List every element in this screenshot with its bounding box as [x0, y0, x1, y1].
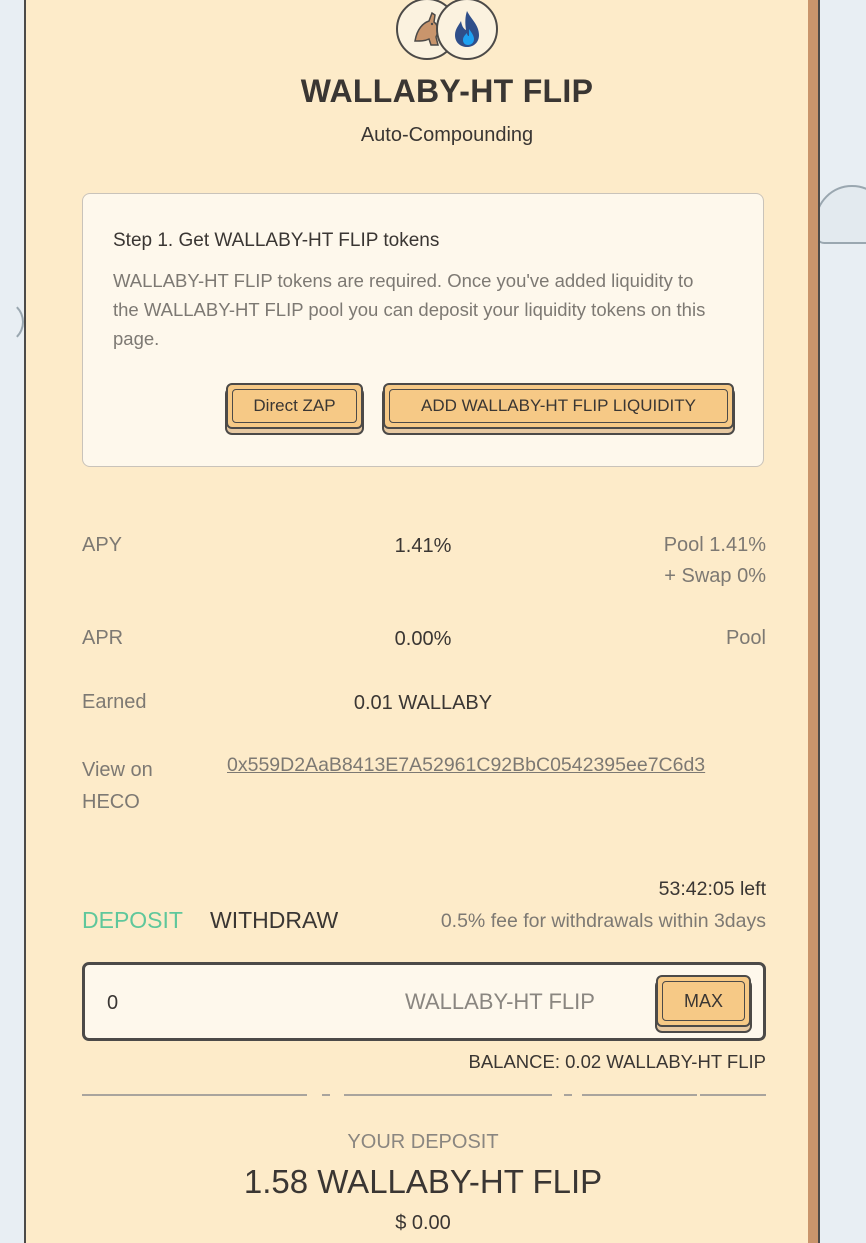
apy-breakdown: Pool 1.41% + Swap 0% [664, 530, 766, 592]
background-cloud [0, 300, 24, 344]
earned-value: 0.01 WALLABY [353, 692, 493, 714]
tab-deposit[interactable]: DEPOSIT [82, 907, 183, 934]
your-deposit-amount: 1.58 WALLABY-HT FLIP [243, 1163, 603, 1200]
section-divider [82, 1094, 766, 1096]
ht-token-icon [436, 0, 498, 60]
page-subtitle: Auto-Compounding [360, 124, 534, 146]
apy-swap: + Swap 0% [664, 565, 766, 587]
apr-source: Pool [725, 627, 766, 649]
amount-unit: WALLABY-HT FLIP [405, 989, 595, 1014]
max-label: MAX [683, 990, 723, 1011]
tab-withdraw[interactable]: WITHDRAW [210, 907, 338, 934]
view-on-label: View on [82, 759, 153, 781]
apy-value: 1.41% [394, 535, 452, 557]
vault-panel: WALLABY-HT FLIP Auto-Compounding Step 1.… [24, 0, 812, 1243]
apy-label: APY [82, 534, 123, 556]
withdraw-fee-timer: 53:42:05 left [658, 878, 766, 900]
panel-edge [808, 0, 820, 1243]
view-on-heco-label: View on HECO [82, 754, 153, 818]
amount-input-box: WALLABY-HT FLIP MAX [82, 962, 766, 1041]
heco-label: HECO [82, 791, 140, 813]
withdraw-fee-note: 0.5% fee for withdrawals within 3days [440, 910, 766, 932]
background-cloud [815, 185, 866, 244]
token-pair-logo [396, 0, 500, 62]
add-liquidity-label: ADD WALLABY-HT FLIP LIQUIDITY [421, 396, 696, 415]
direct-zap-button[interactable]: Direct ZAP [226, 383, 363, 429]
your-deposit-usd: $ 0.00 [395, 1212, 451, 1234]
step-card: Step 1. Get WALLABY-HT FLIP tokens WALLA… [82, 193, 764, 467]
max-button[interactable]: MAX [656, 975, 751, 1027]
step-description: WALLABY-HT FLIP tokens are required. Onc… [113, 270, 706, 349]
step-title: Step 1. Get WALLABY-HT FLIP tokens [113, 230, 440, 251]
amount-input[interactable] [105, 987, 309, 1019]
your-deposit-label: YOUR DEPOSIT [347, 1131, 499, 1153]
apy-pool: Pool 1.41% [663, 534, 766, 556]
contract-address-link[interactable]: 0x559D2AaB8413E7A52961C92BbC0542395ee7C6… [227, 754, 705, 777]
page-title: WALLABY-HT FLIP [300, 73, 594, 109]
earned-label: Earned [82, 691, 147, 713]
apr-label: APR [82, 627, 124, 649]
direct-zap-label: Direct ZAP [253, 396, 336, 415]
balance-text: BALANCE: 0.02 WALLABY-HT FLIP [468, 1051, 767, 1072]
add-liquidity-button[interactable]: ADD WALLABY-HT FLIP LIQUIDITY [383, 383, 734, 429]
apr-value: 0.00% [394, 628, 452, 650]
